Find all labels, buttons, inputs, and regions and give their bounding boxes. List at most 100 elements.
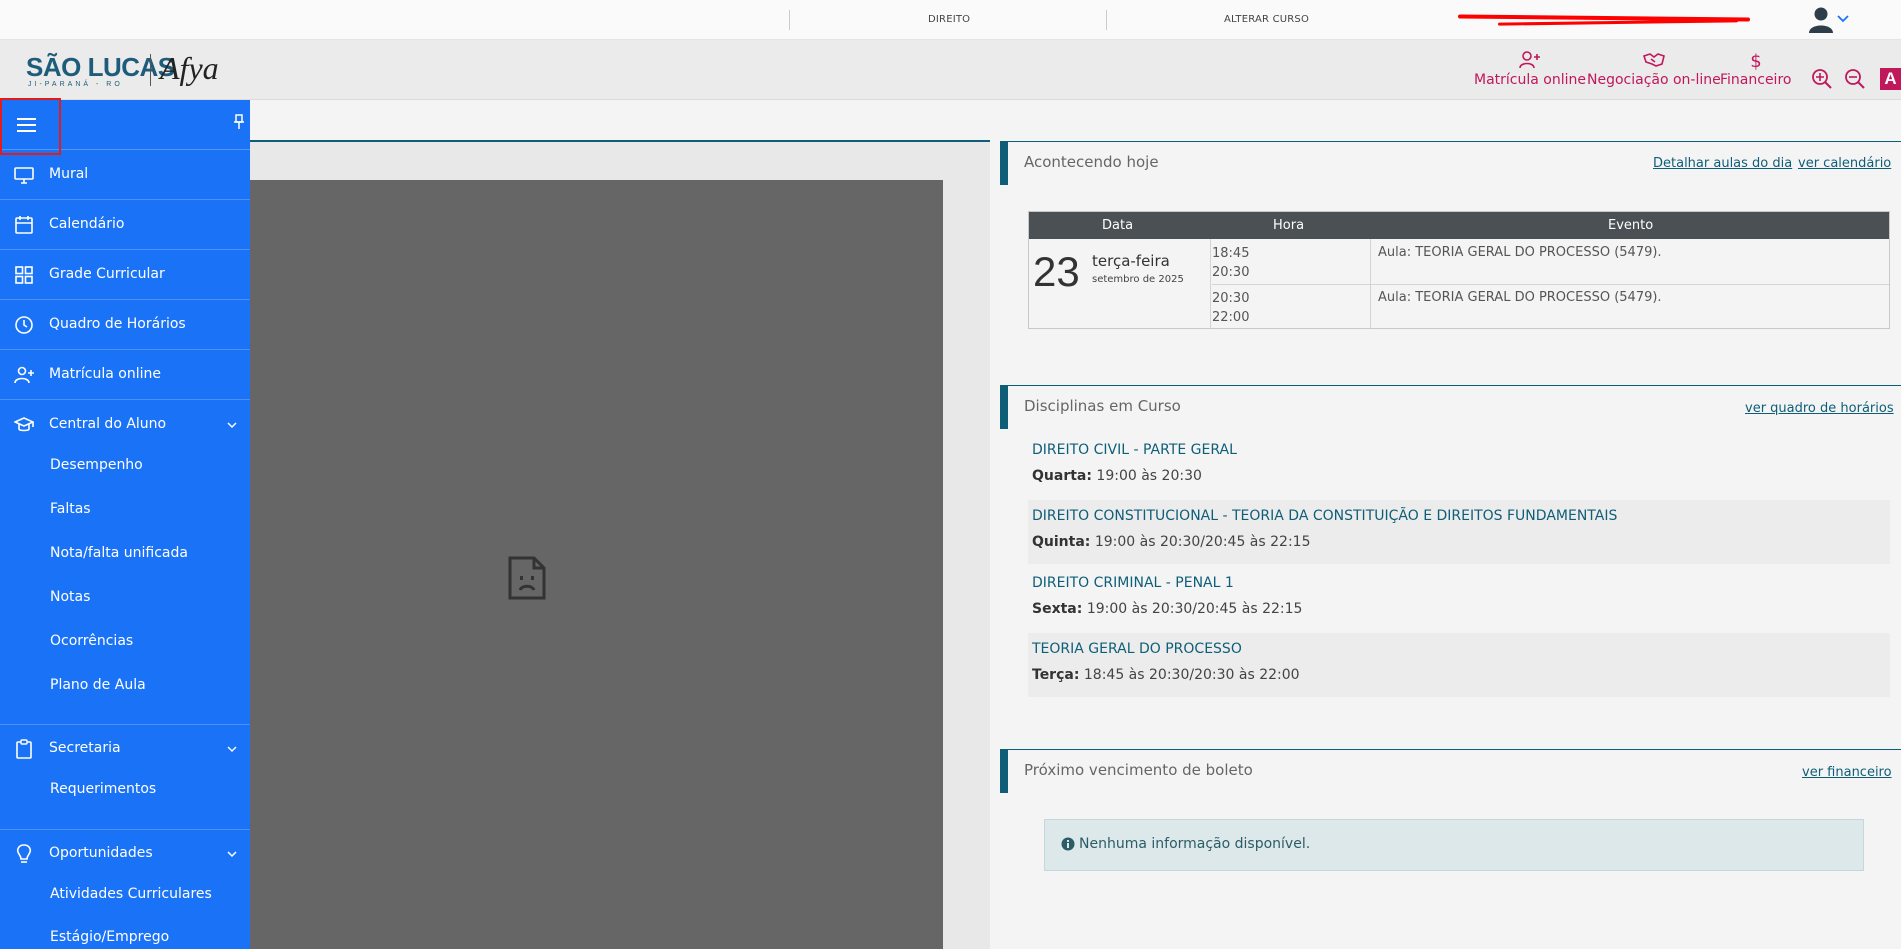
- sidebar-item-label: Calendário: [49, 216, 125, 232]
- sidebar-header: [0, 98, 250, 155]
- pin-icon[interactable]: [232, 114, 246, 130]
- sidebar-item-oportunidades[interactable]: Oportunidades: [0, 829, 250, 879]
- sidebar-item-label: Secretaria: [49, 740, 121, 756]
- font-size-button[interactable]: A: [1880, 68, 1901, 90]
- course-time: Terça: 18:45 às 20:30/20:30 às 22:00: [1032, 667, 1300, 683]
- time-start: 20:30: [1212, 291, 1250, 306]
- date-day: 23: [1033, 248, 1080, 295]
- section-line: [1000, 141, 1901, 142]
- sidebar-item-mural[interactable]: Mural: [0, 150, 250, 200]
- hamburger-icon: [17, 118, 36, 132]
- time-end: 20:30: [1212, 265, 1250, 280]
- table-row-time: 20:30 22:00: [1212, 289, 1249, 327]
- handshake-icon: [1642, 53, 1665, 67]
- section-marker: [1000, 141, 1008, 185]
- list-item: DIREITO CRIMINAL - PENAL 1 Sexta: 19:00 …: [1028, 567, 1890, 631]
- course-name[interactable]: DIREITO CRIMINAL - PENAL 1: [1032, 575, 1234, 591]
- top-bar: DIREITO ALTERAR CURSO: [0, 0, 1901, 40]
- user-avatar-icon[interactable]: [1806, 4, 1836, 34]
- zoom-in-icon[interactable]: [1811, 68, 1833, 90]
- calendar-icon: [15, 216, 33, 234]
- info-icon: [1061, 837, 1075, 851]
- sidebar-subitem-nota-falta-unificada[interactable]: Nota/falta unificada: [50, 545, 188, 561]
- mural-frame: [250, 180, 943, 949]
- sidebar-item-grade-curricular[interactable]: Grade Curricular: [0, 250, 250, 300]
- course-name[interactable]: DIREITO CIVIL - PARTE GERAL: [1032, 442, 1237, 458]
- nav-label: Matrícula online: [1474, 72, 1586, 88]
- section-line: [1000, 385, 1901, 386]
- sidebar-item-quadro-horarios[interactable]: Quadro de Horários: [0, 300, 250, 350]
- detail-classes-link[interactable]: Detalhar aulas do dia: [1653, 156, 1792, 171]
- sidebar-item-matricula-online[interactable]: Matrícula online: [0, 350, 250, 400]
- chevron-down-icon: [227, 851, 237, 858]
- nav-matricula-online[interactable]: Matrícula online: [1474, 50, 1586, 88]
- table-row-time: 18:45 20:30: [1212, 244, 1249, 282]
- list-item: DIREITO CONSTITUCIONAL - TEORIA DA CONST…: [1028, 500, 1890, 564]
- sidebar-subitem-faltas[interactable]: Faltas: [50, 501, 91, 517]
- nav-negociacao-online[interactable]: Negociação on-line: [1587, 50, 1721, 88]
- clock-icon: [15, 316, 33, 334]
- dollar-icon: $: [1750, 51, 1761, 70]
- sidebar-item-label: Grade Curricular: [49, 266, 165, 282]
- column-header-data: Data: [1102, 218, 1134, 233]
- view-financeiro-link[interactable]: ver financeiro: [1802, 765, 1892, 780]
- add-user-icon: [1519, 51, 1540, 69]
- graduation-cap-icon: [14, 417, 34, 432]
- menu-toggle-button[interactable]: [0, 98, 61, 155]
- logo-brand: Afya: [160, 50, 219, 86]
- sidebar-item-label: Mural: [49, 166, 89, 182]
- view-schedule-link[interactable]: ver quadro de horários: [1745, 401, 1894, 416]
- sidebar-item-central-aluno[interactable]: Central do Aluno: [0, 400, 250, 450]
- date-weekday: terça-feira: [1092, 252, 1170, 270]
- sidebar-item-label: Matrícula online: [49, 366, 161, 382]
- sidebar-item-label: Oportunidades: [49, 845, 153, 861]
- time-end: 22:00: [1212, 310, 1250, 325]
- zoom-out-icon[interactable]: [1844, 68, 1866, 90]
- course-name[interactable]: TEORIA GERAL DO PROCESSO: [1032, 641, 1242, 657]
- sidebar-subitem-atividades-curriculares[interactable]: Atividades Curriculares: [50, 886, 212, 902]
- logo-text: SÃO LUCAS: [26, 52, 175, 82]
- current-course-label[interactable]: DIREITO: [928, 14, 970, 25]
- table-header: Data Hora Evento: [1029, 212, 1889, 239]
- logo-divider: [150, 54, 151, 86]
- broken-page-icon: [508, 556, 546, 600]
- time-start: 18:45: [1212, 246, 1250, 261]
- column-header-hora: Hora: [1273, 218, 1305, 233]
- course-name[interactable]: DIREITO CONSTITUCIONAL - TEORIA DA CONST…: [1032, 508, 1617, 524]
- chevron-down-icon: [227, 746, 237, 753]
- top-separator: [789, 10, 790, 30]
- table-row-event: Aula: TEORIA GERAL DO PROCESSO (5479).: [1378, 245, 1662, 260]
- sidebar-subitem-desempenho[interactable]: Desempenho: [50, 457, 143, 473]
- table-row-event: Aula: TEORIA GERAL DO PROCESSO (5479).: [1378, 290, 1662, 305]
- column-header-evento: Evento: [1608, 218, 1654, 233]
- sidebar-subitem-notas[interactable]: Notas: [50, 589, 90, 605]
- change-course-link[interactable]: ALTERAR CURSO: [1224, 14, 1309, 25]
- billing-title: Próximo vencimento de boleto: [1024, 761, 1253, 779]
- sidebar-item-calendario[interactable]: Calendário: [0, 200, 250, 250]
- sidebar-subitem-plano-aula[interactable]: Plano de Aula: [50, 677, 146, 693]
- redacted-user-name: [1457, 14, 1751, 26]
- chevron-down-icon: [227, 422, 237, 429]
- date-month-year: setembro de 2025: [1092, 274, 1184, 285]
- sidebar-item-label: Quadro de Horários: [49, 316, 186, 332]
- section-marker: [1000, 385, 1008, 429]
- grid-icon: [15, 266, 33, 284]
- sidebar-subitem-estagio-emprego[interactable]: Estágio/Emprego: [50, 929, 169, 945]
- sidebar-item-secretaria[interactable]: Secretaria: [0, 724, 250, 774]
- sidebar-subitem-ocorrencias[interactable]: Ocorrências: [50, 633, 133, 649]
- nav-label: Negociação on-line: [1587, 72, 1721, 88]
- view-calendar-link[interactable]: ver calendário: [1798, 156, 1891, 171]
- nav-label: Financeiro: [1720, 72, 1792, 88]
- add-user-icon: [14, 366, 34, 384]
- monitor-icon: [14, 167, 34, 184]
- courses-title: Disciplinas em Curso: [1024, 397, 1181, 415]
- list-item: DIREITO CIVIL - PARTE GERAL Quarta: 19:0…: [1028, 434, 1890, 498]
- today-title: Acontecendo hoje: [1024, 153, 1159, 171]
- chevron-down-icon[interactable]: [1836, 12, 1850, 26]
- sidebar-subitem-requerimentos[interactable]: Requerimentos: [50, 781, 156, 797]
- logo-subtitle: JI-PARANÁ - RO: [28, 81, 123, 88]
- info-alert: Nenhuma informação disponível.: [1044, 819, 1864, 871]
- lightbulb-icon: [16, 844, 32, 863]
- nav-financeiro[interactable]: $ Financeiro: [1720, 50, 1791, 88]
- course-time: Quarta: 19:00 às 20:30: [1032, 468, 1202, 484]
